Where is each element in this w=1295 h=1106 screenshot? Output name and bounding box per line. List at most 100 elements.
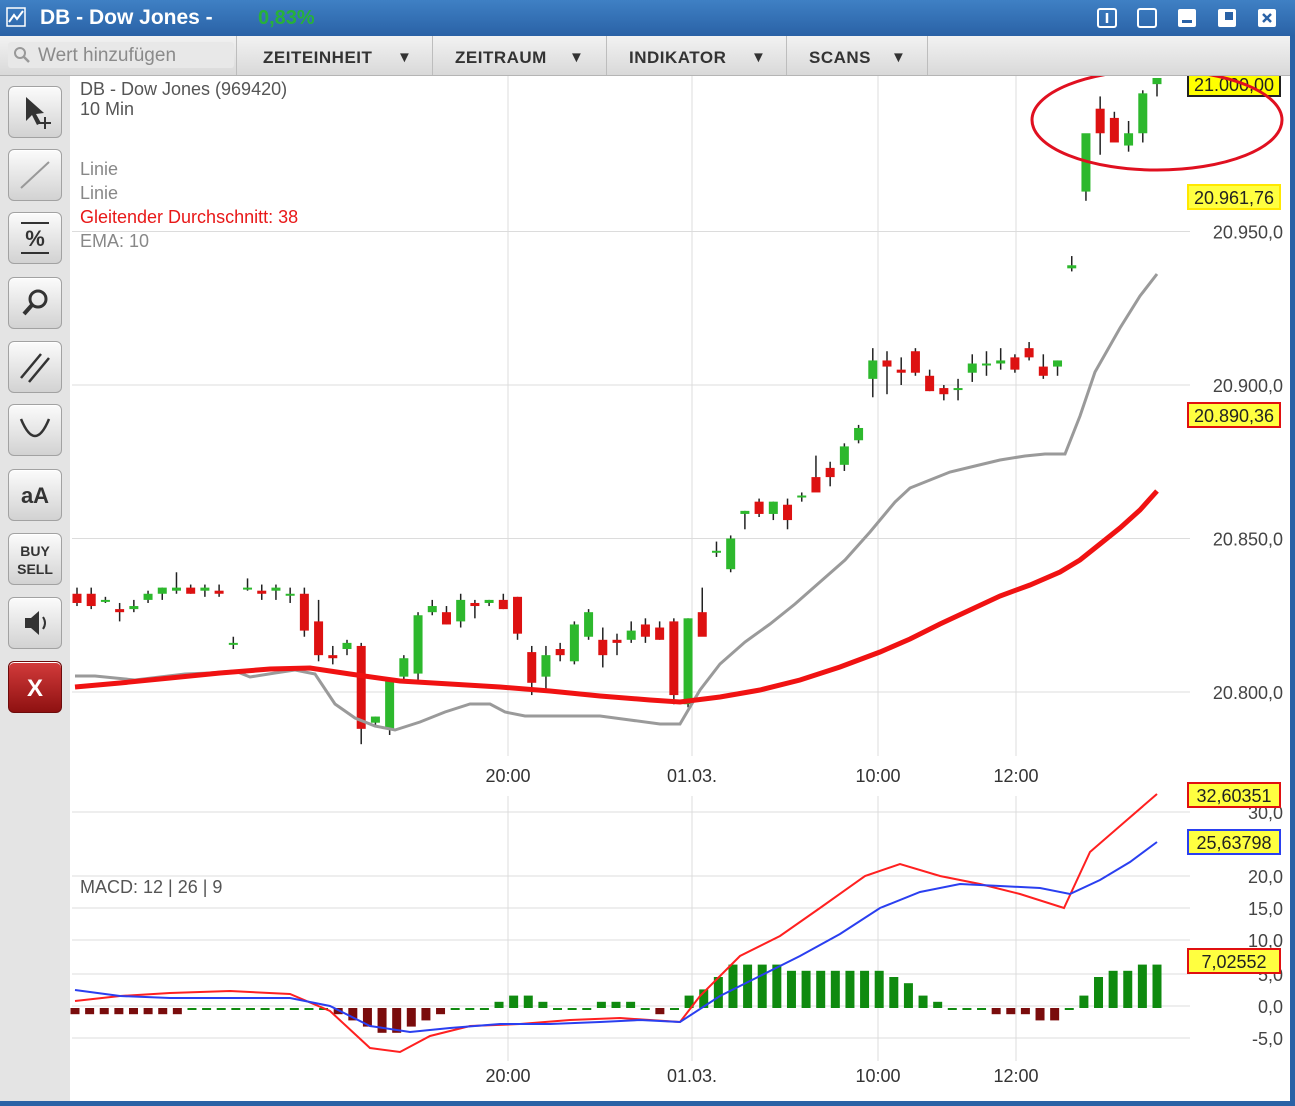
candle-body <box>356 645 366 729</box>
candle-body <box>612 639 622 643</box>
candlestick-series <box>72 78 1162 745</box>
candle-body <box>584 612 594 637</box>
candle-body <box>783 504 793 521</box>
macd-histogram-bar <box>114 1008 124 1015</box>
search-box[interactable]: Wert hinzufügen <box>8 42 234 68</box>
macd-histogram-bar <box>1152 964 1162 1008</box>
menu-zeitraum[interactable]: ZEITRAUM ▼ <box>432 36 607 75</box>
macd-histogram-bar <box>421 1008 431 1021</box>
macd-histogram-bar <box>1050 1008 1060 1021</box>
macd-histogram-bar <box>845 970 855 1008</box>
dropdown-arrow-icon: ▼ <box>751 49 766 66</box>
candle-body <box>1053 360 1063 367</box>
candle-body <box>370 716 380 723</box>
x-tick-label: 01.03. <box>667 1066 717 1086</box>
candle-body <box>399 658 409 677</box>
macd-histogram-bar <box>450 1008 460 1010</box>
macd-histogram-bar <box>1079 995 1089 1008</box>
candle-body <box>711 550 721 553</box>
candle-body <box>1067 265 1077 269</box>
candle-body <box>100 599 110 602</box>
macd-histogram-bar <box>567 1008 577 1010</box>
candle-body <box>626 630 636 640</box>
candle-body <box>726 538 736 570</box>
macd-histogram-bar <box>231 1008 241 1010</box>
macd-histogram-bar <box>216 1008 226 1010</box>
candle-body <box>441 612 451 625</box>
macd-histogram-bar <box>918 995 928 1008</box>
macd-panel: MACD: 12 | 26 | 930,020,015,010,05,00,0-… <box>70 782 1283 1054</box>
x-tick-label: 10:00 <box>855 1066 900 1086</box>
macd-histogram-bar <box>743 964 753 1008</box>
candle-body <box>129 606 139 610</box>
macd-histogram-bar <box>669 1008 679 1010</box>
detach-icon[interactable] <box>1135 6 1159 30</box>
candle-body <box>385 679 395 729</box>
price-change: 0,83% <box>258 7 315 29</box>
candle-body <box>484 599 494 603</box>
candle-body <box>655 627 665 640</box>
price-tag-label: 20.961,76 <box>1194 188 1274 208</box>
y-tick-label: 20.800,0 <box>1213 683 1283 703</box>
candle-body <box>939 388 949 395</box>
toolbar: Wert hinzufügen ZEITEINHEIT ▼ ZEITRAUM ▼… <box>0 36 1295 76</box>
macd-histogram-bar <box>1094 977 1104 1008</box>
sma-38-line <box>74 489 1159 705</box>
candle-body <box>115 609 125 613</box>
macd-histogram-bar <box>70 1008 80 1015</box>
menu-indikator[interactable]: INDIKATOR ▼ <box>606 36 787 75</box>
dropdown-arrow-icon: ▼ <box>397 49 412 66</box>
macd-histogram-bar <box>289 1008 299 1010</box>
search-icon <box>14 47 30 63</box>
macd-histogram-bar <box>611 1001 621 1008</box>
candle-body <box>868 360 878 379</box>
macd-y-tick-label: 20,0 <box>1248 867 1283 887</box>
x-tick-label: 10:00 <box>855 766 900 786</box>
candle-body <box>157 587 167 594</box>
candle-body <box>854 427 864 441</box>
candle-body <box>1038 366 1048 376</box>
maximize-icon[interactable] <box>1215 6 1239 30</box>
macd-histogram-bar <box>903 983 913 1008</box>
candle-body <box>541 655 551 677</box>
search-placeholder: Wert hinzufügen <box>38 45 177 66</box>
candle-body <box>797 495 807 498</box>
x-tick-label: 12:00 <box>993 1066 1038 1086</box>
macd-legend: MACD: 12 | 26 | 9 <box>80 877 222 897</box>
candle-body <box>257 590 267 594</box>
candle-body <box>882 360 892 367</box>
menu-scans[interactable]: SCANS ▼ <box>786 36 928 75</box>
candle-body <box>228 642 238 645</box>
candle-body <box>896 369 906 373</box>
macd-histogram-bar <box>991 1008 1001 1015</box>
chart-app-icon <box>6 7 26 27</box>
macd-histogram-bar <box>962 1008 972 1010</box>
macd-histogram-bar <box>860 970 870 1008</box>
candle-body <box>328 655 338 659</box>
y-tick-label: 20.950,0 <box>1213 223 1283 243</box>
legend-entry: Linie <box>80 183 118 203</box>
macd-value-label: 25,63798 <box>1196 833 1271 853</box>
macd-histogram-bar <box>1108 970 1118 1008</box>
info-icon[interactable] <box>1095 6 1119 30</box>
candle-body <box>754 501 764 514</box>
macd-histogram-bar <box>99 1008 109 1015</box>
macd-histogram-bar <box>406 1008 416 1027</box>
candle-body <box>1095 108 1105 134</box>
close-window-icon[interactable] <box>1255 6 1279 30</box>
window-border <box>1290 36 1295 1106</box>
chart-area[interactable]: 20.950,0 20.900,0 20.850,0 20.800,0 20:00 20:… <box>0 76 1290 1106</box>
candle-body <box>427 606 437 613</box>
macd-histogram-bar <box>494 1001 504 1008</box>
candle-body <box>555 649 565 656</box>
candle-body <box>527 652 537 683</box>
minimize-icon[interactable] <box>1175 6 1199 30</box>
candle-body <box>569 624 579 662</box>
macd-histogram-bar <box>553 1008 563 1010</box>
macd-histogram-bar <box>874 970 884 1008</box>
candle-body <box>299 593 309 631</box>
macd-histogram-bar <box>728 964 738 1008</box>
menu-zeiteinheit[interactable]: ZEITEINHEIT ▼ <box>236 36 433 75</box>
macd-histogram-bar <box>816 970 826 1008</box>
candle-body <box>72 593 82 603</box>
